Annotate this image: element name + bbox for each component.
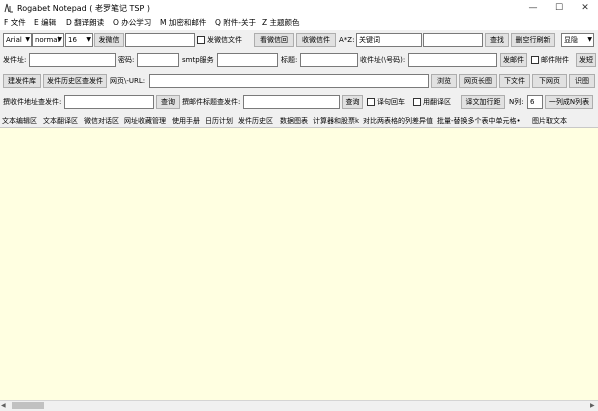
password-label: 密码: — [118, 56, 135, 64]
subject-input[interactable] — [300, 53, 358, 67]
password-input[interactable] — [137, 53, 179, 67]
build-library-button[interactable]: 建发件库 — [3, 74, 41, 88]
tab-compare-tables[interactable]: 对比两表格的列差异值 — [363, 116, 433, 126]
receiver-label: 收件址(\号码): — [360, 56, 406, 64]
horizontal-scrollbar[interactable] — [0, 400, 598, 411]
smtp-input[interactable] — [217, 53, 278, 67]
show-hide-value: 显隐 — [564, 36, 578, 44]
download-file-button[interactable]: 下文件 — [499, 74, 530, 88]
mail-attach-label: 邮件附件 — [541, 56, 569, 64]
menu-encrypt-mail[interactable]: M 加密和邮件 — [160, 17, 206, 28]
download-page-button[interactable]: 下网页 — [532, 74, 567, 88]
tab-url-bookmarks[interactable]: 网址收藏管理 — [124, 116, 166, 126]
text-editor-area[interactable] — [0, 127, 598, 400]
font-size-select[interactable]: 16 ▼ — [65, 33, 93, 47]
send-wechat-file-label: 发微信文件 — [207, 36, 242, 44]
tab-data-chart[interactable]: 数据图表 — [280, 116, 308, 126]
menu-translate[interactable]: D 翻译朗读 — [66, 17, 104, 28]
use-translate-checkbox[interactable] — [413, 98, 421, 106]
menu-edit[interactable]: E 编辑 — [34, 17, 56, 28]
scroll-right-icon[interactable]: ▶ — [590, 402, 595, 409]
tab-text-translate[interactable]: 文本翻译区 — [43, 116, 78, 126]
send-wechat-file-checkbox[interactable] — [197, 36, 205, 44]
clear-refresh-button[interactable]: 删空行刷新 — [511, 33, 555, 47]
scroll-thumb[interactable] — [12, 402, 44, 409]
az-label: A*Z: — [339, 36, 355, 44]
font-size-value: 16 — [68, 36, 77, 44]
chevron-down-icon: ▼ — [57, 36, 62, 43]
sender-label: 发件址: — [3, 56, 27, 64]
close-button[interactable]: ✕ — [572, 0, 598, 16]
sender-input[interactable] — [29, 53, 116, 67]
chevron-down-icon: ▼ — [86, 36, 91, 43]
maximize-button[interactable]: ☐ — [546, 0, 572, 16]
tab-text-editor[interactable]: 文本编辑区 — [2, 116, 37, 126]
menu-office[interactable]: O 办公学习 — [113, 17, 151, 28]
send-sms-button[interactable]: 发短 — [576, 53, 596, 67]
translate-spacing-button[interactable]: 译文加行距 — [461, 95, 505, 109]
mail-attach-checkbox[interactable] — [531, 56, 539, 64]
app-icon — [4, 3, 13, 13]
font-family-select[interactable]: Arial ▼ — [3, 33, 32, 47]
window-title: Rogabet Notepad ( 老罗笔记 TSP ) — [17, 4, 150, 13]
send-mail-button[interactable]: 发邮件 — [500, 53, 527, 67]
keyword-input[interactable]: 关键词 — [356, 33, 422, 47]
tab-batch-replace[interactable]: 批量-替换多个表中单元格• — [437, 116, 521, 126]
url-label: 网页\-URL: — [110, 77, 146, 85]
menu-attach-about[interactable]: Q 附件-关于 — [215, 17, 256, 28]
scroll-left-icon[interactable]: ◀ — [1, 402, 6, 409]
tab-send-history[interactable]: 发件历史区 — [238, 116, 273, 126]
view-wechat-return-button[interactable]: 看微信回 — [254, 33, 294, 47]
n-col-label: N列: — [509, 98, 524, 106]
menu-file[interactable]: F 文件 — [4, 17, 26, 28]
n-col-input[interactable]: 6 — [527, 95, 543, 109]
query-addr-button[interactable]: 查询 — [156, 95, 180, 109]
history-query-button[interactable]: 发件历史区查发件 — [43, 74, 107, 88]
chevron-down-icon: ▼ — [25, 36, 30, 43]
use-translate-label: 用翻译区 — [423, 98, 451, 106]
tab-calculator-stocks[interactable]: 计算器和股票k — [313, 116, 359, 126]
subject-label: 标题: — [281, 56, 298, 64]
mail-subject-input[interactable] — [243, 95, 340, 109]
minimize-button[interactable]: — — [520, 0, 546, 16]
chevron-down-icon: ▼ — [587, 36, 592, 43]
send-wechat-button[interactable]: 发微信 — [94, 33, 124, 47]
inbox-addr-label: 撰收件地址查发件: — [3, 98, 62, 106]
line-wrap-label: 译句回车 — [377, 98, 405, 106]
font-style-value: normal — [35, 36, 60, 44]
long-screenshot-button[interactable]: 网页长图 — [459, 74, 497, 88]
recognize-image-button[interactable]: 识图 — [569, 74, 595, 88]
wechat-input[interactable] — [125, 33, 195, 47]
tab-manual[interactable]: 使用手册 — [172, 116, 200, 126]
font-family-value: Arial — [6, 36, 22, 44]
receive-wechat-button[interactable]: 收微信件 — [296, 33, 336, 47]
browse-button[interactable]: 浏览 — [431, 74, 457, 88]
split-columns-button[interactable]: 一列成N列表 — [545, 95, 593, 109]
inbox-addr-input[interactable] — [64, 95, 154, 109]
smtp-label: smtp服务 — [182, 56, 214, 64]
tab-calendar[interactable]: 日历计划 — [205, 116, 233, 126]
line-wrap-checkbox[interactable] — [367, 98, 375, 106]
find-button[interactable]: 查找 — [485, 33, 509, 47]
mail-subject-label: 撰邮件标题查发件: — [182, 98, 241, 106]
tab-image-to-text[interactable]: 图片取文本 — [532, 116, 567, 126]
keyword-extra-input[interactable] — [423, 33, 483, 47]
receiver-input[interactable] — [408, 53, 497, 67]
menu-theme[interactable]: Z 主题颜色 — [262, 17, 300, 28]
url-input[interactable] — [149, 74, 429, 88]
tab-wechat-chat[interactable]: 微信对话区 — [84, 116, 119, 126]
query-subject-button[interactable]: 查询 — [342, 95, 363, 109]
font-style-select[interactable]: normal ▼ — [32, 33, 64, 47]
show-hide-select[interactable]: 显隐 ▼ — [561, 33, 594, 47]
